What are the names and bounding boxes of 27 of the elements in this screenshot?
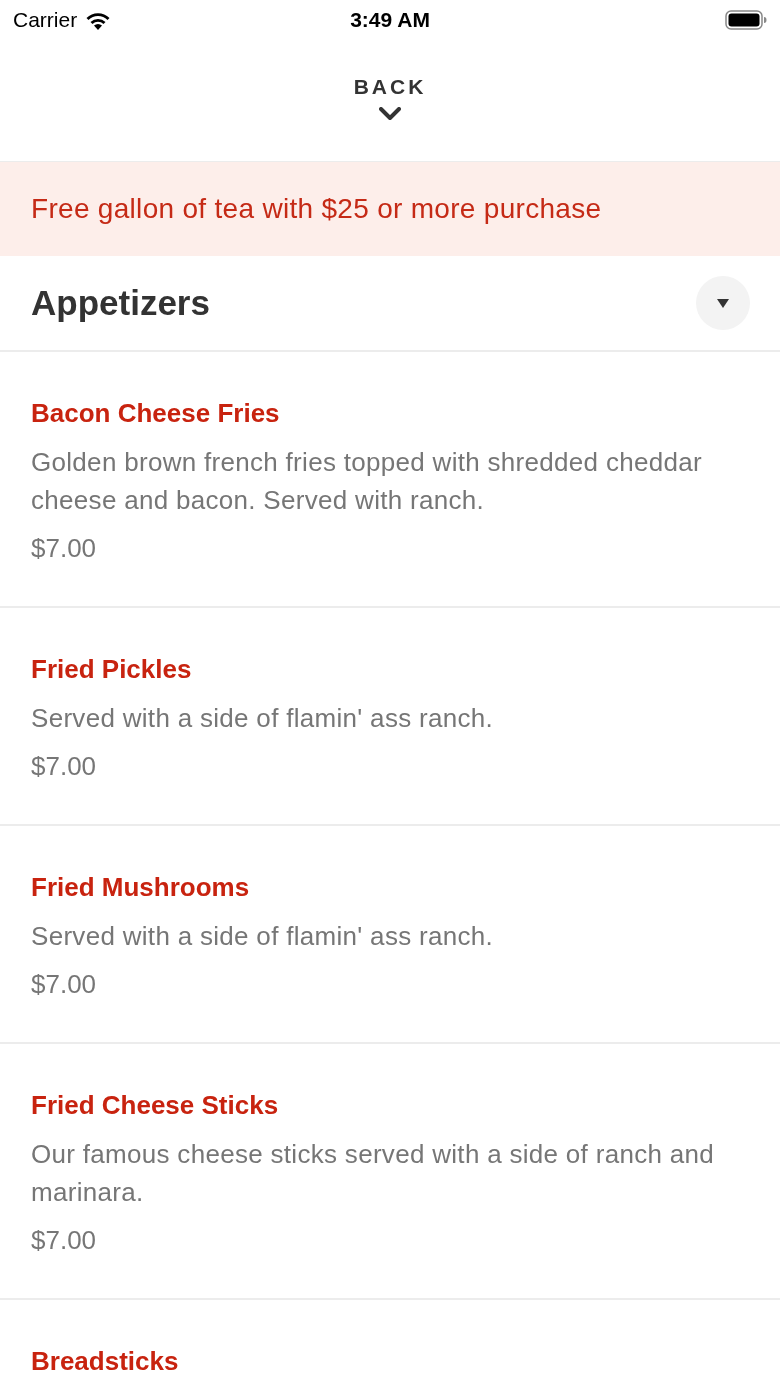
promo-text: Free gallon of tea with $25 or more purchase [31,193,602,225]
menu-item-card[interactable]: Fried Cheese Sticks Our famous cheese sticks served with a side of ranch and marinara. $7.00 [0,1044,780,1300]
item-price: $7.00 [31,532,97,565]
item-name: Fried Mushrooms [31,871,250,904]
menu-item-card[interactable]: Bacon Cheese Fries Golden brown french fries topped with shredded cheddar cheese and bacon. Served with ranch. $7.00 [0,352,780,608]
wifi-icon [85,10,112,30]
item-price: $7.00 [31,750,97,783]
item-name: Fried Pickles [31,653,192,686]
chevron-down-icon [379,107,401,121]
item-description: Served with a side of flamin' ass ranch. [31,920,494,953]
menu-item-card[interactable]: Fried Pickles Served with a side of flamin' ass ranch. $7.00 [0,608,780,826]
item-name: Breadsticks [31,1345,179,1378]
item-description: Golden brown french fries topped with shredded cheddar cheese and bacon. Served with ranch. [31,446,703,517]
item-name: Bacon Cheese Fries [31,397,280,430]
item-price: $7.00 [31,1224,97,1257]
item-price: $7.00 [31,968,97,1001]
status-time: 3:49 AM [350,8,430,32]
carrier-name: Carrier [13,8,78,32]
section-title: Appetizers [31,283,210,323]
menu-item-card[interactable]: Fried Mushrooms Served with a side of flamin' ass ranch. $7.00 [0,826,780,1044]
menu-item-card[interactable]: Breadsticks [0,1300,780,1387]
item-description: Our famous cheese sticks served with a side of ranch and marinara. [31,1138,715,1209]
item-description: Served with a side of flamin' ass ranch. [31,702,494,735]
item-name: Fried Cheese Sticks [31,1089,279,1122]
battery-icon [725,10,767,30]
caret-down-icon [717,298,729,308]
back-button[interactable]: BACK [353,75,427,121]
